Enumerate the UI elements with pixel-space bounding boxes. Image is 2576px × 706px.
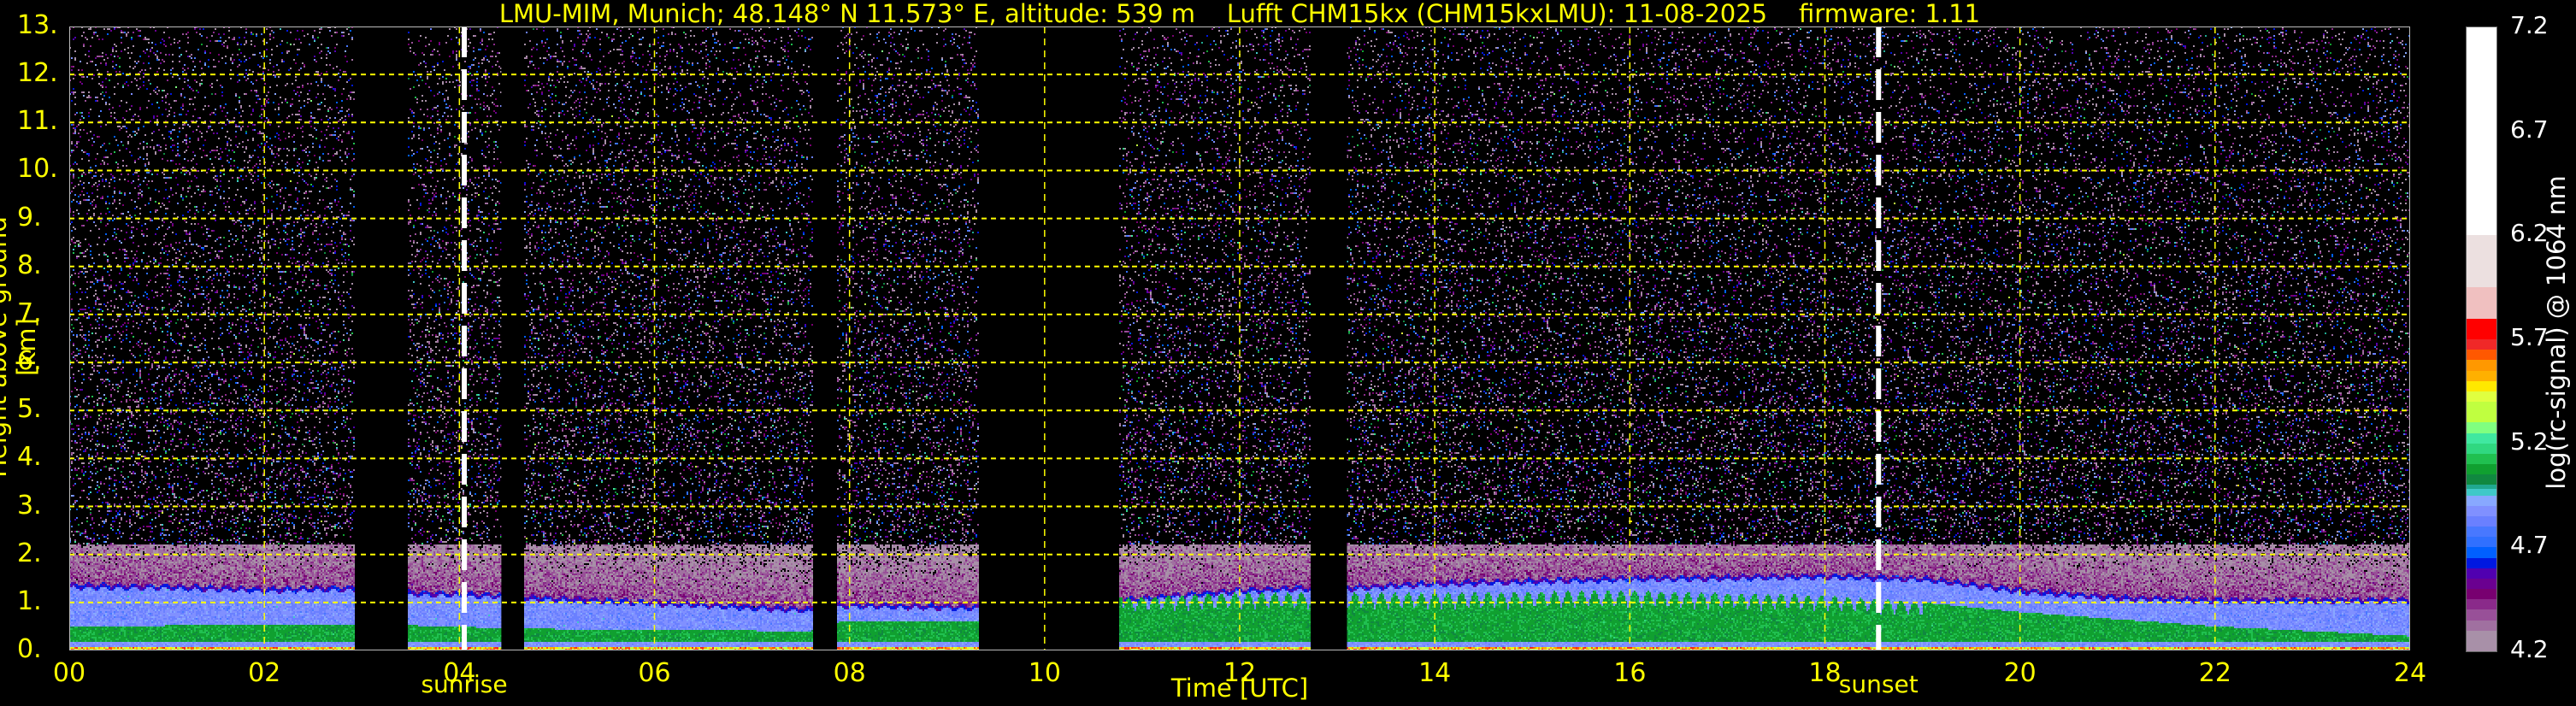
x-axis-label: Time [UTC] [1170, 674, 1309, 703]
data-gap [1311, 26, 1347, 650]
colorbar-segment [2467, 318, 2496, 339]
colorbar-tick-label: 7.2 [2510, 11, 2549, 39]
colorbar-segment [2467, 620, 2496, 631]
colorbar [2466, 26, 2497, 652]
colorbar-segment [2467, 474, 2496, 485]
y-axis-label: Height above ground [km] [0, 216, 41, 478]
colorbar-segment [2467, 588, 2496, 600]
data-gap [355, 26, 408, 650]
x-tick-label: 06 [638, 658, 671, 688]
colorbar-segment [2467, 26, 2496, 236]
sunset-label: sunset [1838, 670, 1919, 698]
colorbar-segment [2467, 443, 2496, 454]
colorbar-segment [2467, 338, 2496, 350]
colorbar-segment [2467, 380, 2496, 391]
x-tick-label: 14 [1418, 658, 1452, 688]
data-gap [979, 26, 1119, 650]
colorbar-segment [2467, 557, 2496, 568]
x-tick-label: 00 [52, 658, 86, 688]
colorbar-segment [2467, 568, 2496, 579]
chart-title: LMU-MIM, Munich; 48.148° N 11.573° E, al… [498, 0, 1981, 28]
y-tick-label: 13. [17, 10, 58, 40]
x-tick-label: 20 [2003, 658, 2037, 688]
colorbar-label: log(rc-signal) @ 1064 nm [2542, 175, 2571, 490]
y-tick-label: 10. [17, 154, 58, 185]
colorbar-segment [2467, 515, 2496, 527]
plot-area [69, 26, 2410, 650]
colorbar-segment [2467, 421, 2496, 433]
colorbar-segment [2467, 630, 2496, 651]
y-tick-label: 12. [17, 58, 58, 89]
colorbar-segment [2467, 484, 2496, 490]
colorbar-segment [2467, 609, 2496, 621]
y-tick-label: 11. [17, 106, 58, 137]
x-tick-label: 08 [833, 658, 866, 688]
colorbar-segment [2467, 286, 2496, 319]
x-tick-label: 18 [1808, 658, 1842, 688]
sunrise-label: sunrise [421, 670, 508, 698]
colorbar-segment [2467, 598, 2496, 610]
data-gap [813, 26, 837, 650]
colorbar-segment [2467, 536, 2496, 548]
colorbar-tick-label: 6.7 [2510, 115, 2549, 144]
colorbar-tick-label: 4.2 [2510, 635, 2549, 663]
colorbar-segment [2467, 453, 2496, 464]
colorbar-segment [2467, 234, 2496, 288]
plot-overlay [69, 26, 2410, 650]
colorbar-segment [2467, 495, 2496, 506]
y-tick-label: 2. [17, 538, 42, 568]
y-tick-label: 1. [17, 585, 42, 616]
colorbar-segment [2467, 578, 2496, 589]
colorbar-segment [2467, 463, 2496, 475]
colorbar-tick-label: 4.7 [2510, 531, 2549, 560]
x-tick-label: 10 [1028, 658, 1061, 688]
colorbar-segment [2467, 432, 2496, 444]
colorbar-segment [2467, 349, 2496, 361]
colorbar-segment [2467, 488, 2496, 496]
x-tick-label: 02 [248, 658, 281, 688]
colorbar-segment [2467, 505, 2496, 516]
x-tick-label: 16 [1613, 658, 1647, 688]
x-tick-label: 22 [2198, 658, 2231, 688]
x-tick-label: 24 [2393, 658, 2427, 688]
colorbar-segment [2467, 359, 2496, 371]
colorbar-segment [2467, 370, 2496, 381]
colorbar-segment [2467, 526, 2496, 538]
colorbar-segment [2467, 391, 2496, 402]
colorbar-segment [2467, 401, 2496, 423]
colorbar-segment [2467, 546, 2496, 558]
data-gap [501, 26, 524, 650]
